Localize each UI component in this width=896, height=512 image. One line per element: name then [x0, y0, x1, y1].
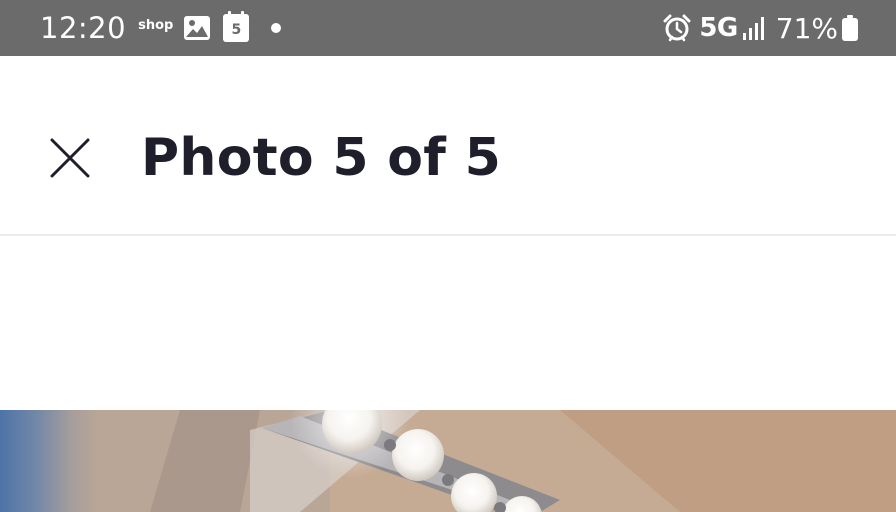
signal-icon	[742, 17, 764, 40]
battery-icon	[842, 15, 858, 41]
content-area	[0, 238, 896, 410]
close-button[interactable]	[42, 130, 98, 186]
shop-notification-icon: shop	[138, 17, 174, 33]
gallery-icon	[184, 16, 211, 40]
battery-percent: 71%	[775, 11, 838, 45]
dot-icon	[271, 23, 282, 33]
status-bar: 12:20 shop 5 5G 71%	[0, 0, 896, 56]
alarm-icon	[663, 14, 691, 42]
photo-viewer-image[interactable]	[0, 410, 896, 512]
calendar-icon: 5	[223, 11, 250, 42]
page-title: Photo 5 of 5	[141, 128, 502, 188]
status-right: 5G 71%	[663, 0, 858, 56]
photo-image	[0, 410, 896, 512]
status-time: 12:20	[40, 11, 127, 45]
network-type: 5G	[699, 13, 738, 43]
app-header: Photo 5 of 5	[0, 56, 896, 236]
status-left: 12:20 shop 5	[40, 0, 282, 56]
close-icon	[50, 138, 90, 178]
